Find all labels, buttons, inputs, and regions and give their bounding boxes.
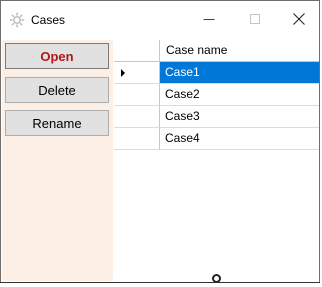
open-button[interactable]: Open <box>5 43 109 69</box>
row-header[interactable] <box>114 128 159 150</box>
close-button[interactable] <box>277 1 321 39</box>
row-header[interactable] <box>114 106 159 128</box>
grid-corner-header[interactable] <box>114 40 159 62</box>
column-header-case-name[interactable]: Case name <box>159 40 319 62</box>
rename-button[interactable]: Rename <box>5 110 109 136</box>
maximize-button[interactable] <box>233 1 277 39</box>
row-header[interactable] <box>114 62 159 84</box>
window-title: Cases <box>31 13 66 27</box>
maximize-icon <box>249 13 261 28</box>
cases-grid[interactable]: Case name Case1 Case2 Case3 Case4 <box>114 40 319 281</box>
close-icon <box>292 12 306 29</box>
minimize-icon <box>203 13 215 28</box>
cases-window: Cases Open Delete Rename Case name Case1 <box>0 0 320 283</box>
row-header[interactable] <box>114 84 159 106</box>
command-panel: Open Delete Rename <box>2 40 113 281</box>
title-bar[interactable]: Cases <box>1 1 319 39</box>
current-row-arrow-icon <box>121 69 125 77</box>
table-row[interactable]: Case2 <box>159 84 319 106</box>
table-row[interactable]: Case4 <box>159 128 319 150</box>
delete-button[interactable]: Delete <box>5 77 109 103</box>
table-row[interactable]: Case1 <box>159 62 319 84</box>
minimize-button[interactable] <box>187 1 231 39</box>
bottom-border <box>0 282 320 283</box>
gear-icon <box>9 12 25 28</box>
table-row[interactable]: Case3 <box>159 106 319 128</box>
